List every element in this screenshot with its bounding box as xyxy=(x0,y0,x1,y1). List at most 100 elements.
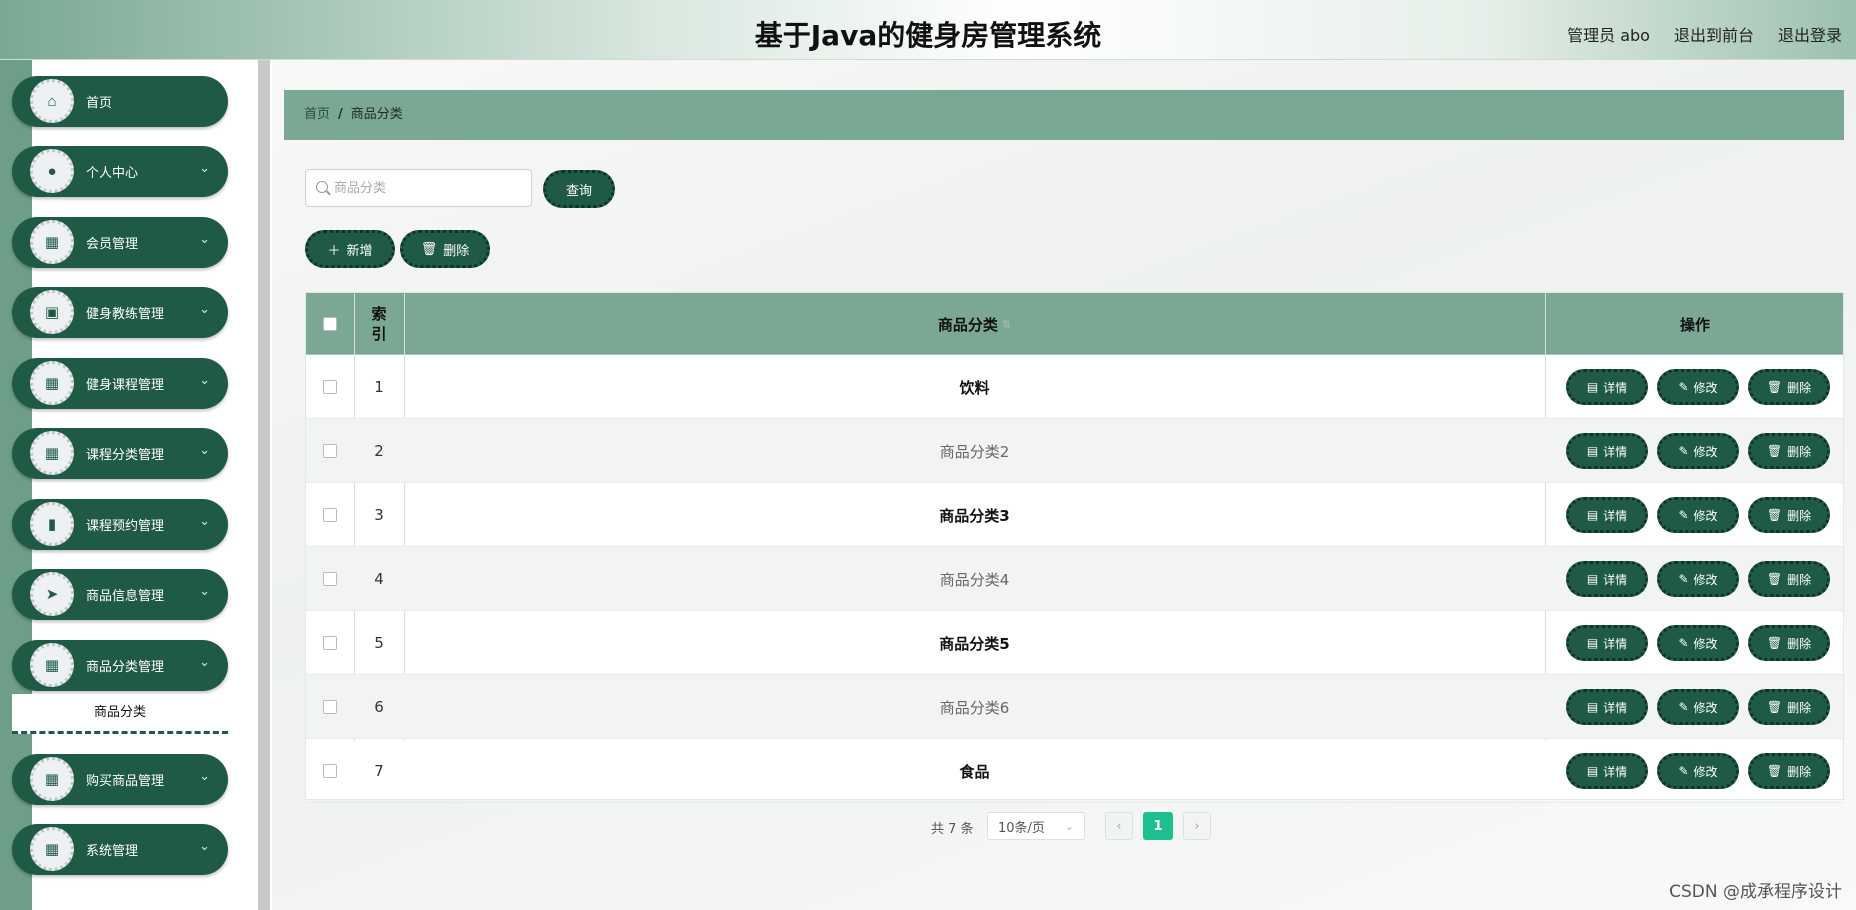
sidebar-item-label: 课程预约管理 xyxy=(86,519,165,534)
detail-button[interactable]: ▤ 详情 xyxy=(1566,369,1648,405)
edit-button[interactable]: ✎ 修改 xyxy=(1657,625,1739,661)
sidebar-item-system[interactable]: ▦ 系统管理 ⌄ xyxy=(12,824,228,875)
add-button[interactable]: ＋ 新增 xyxy=(305,230,395,268)
document-icon: ▤ xyxy=(1586,380,1599,394)
admin-user-link[interactable]: 管理员 abo xyxy=(1567,22,1650,46)
prev-page-button[interactable]: ‹ xyxy=(1105,812,1133,840)
row-checkbox[interactable] xyxy=(323,572,337,586)
edit-button-label: 修改 xyxy=(1693,572,1718,587)
header-category-name-label: 商品分类 xyxy=(937,315,998,334)
sidebar-item-product-info[interactable]: ➤ 商品信息管理 ⌄ xyxy=(12,569,228,620)
sidebar-item-label: 系统管理 xyxy=(86,844,139,859)
detail-button[interactable]: ▤ 详情 xyxy=(1566,561,1648,597)
breadcrumb-home[interactable]: 首页 xyxy=(304,107,330,122)
grid-icon: ▦ xyxy=(30,220,74,264)
home-icon: ⌂ xyxy=(30,79,74,123)
edit-button[interactable]: ✎ 修改 xyxy=(1657,561,1739,597)
grid-icon: ▦ xyxy=(30,431,74,475)
row-checkbox[interactable] xyxy=(323,636,337,650)
watermark: CSDN @成承程序设计 xyxy=(1669,882,1842,902)
breadcrumb: 首页 / 商品分类 xyxy=(284,90,1844,140)
sidebar-item-personal-center[interactable]: ● 个人中心 ⌄ xyxy=(12,146,228,197)
trash-icon: 🗑 xyxy=(1766,508,1783,522)
edit-button[interactable]: ✎ 修改 xyxy=(1657,497,1739,533)
sidebar-item-coaches[interactable]: ▣ 健身教练管理 ⌄ xyxy=(12,287,228,338)
search-input[interactable] xyxy=(334,170,524,206)
delete-button[interactable]: 🗑 删除 xyxy=(1748,497,1830,533)
chevron-down-icon: ⌄ xyxy=(199,768,210,783)
edit-button[interactable]: ✎ 修改 xyxy=(1657,753,1739,789)
detail-button-label: 详情 xyxy=(1603,444,1628,459)
detail-button[interactable]: ▤ 详情 xyxy=(1566,433,1648,469)
pencil-icon: ✎ xyxy=(1678,380,1689,394)
edit-button[interactable]: ✎ 修改 xyxy=(1657,689,1739,725)
sidebar-item-label: 健身教练管理 xyxy=(86,307,165,322)
header-actions: 操作 xyxy=(1679,315,1710,334)
sidebar-item-product-categories[interactable]: ▦ 商品分类管理 ⌄ xyxy=(12,640,228,691)
sidebar-scrollbar[interactable] xyxy=(258,60,270,910)
document-icon: ▤ xyxy=(1586,444,1599,458)
table-row: 4 商品分类4 ▤ 详情 ✎ 修改 🗑 删除 xyxy=(306,547,1843,611)
detail-button[interactable]: ▤ 详情 xyxy=(1566,497,1648,533)
delete-button[interactable]: 🗑 删除 xyxy=(1748,625,1830,661)
exit-to-front-link[interactable]: 退出到前台 xyxy=(1674,22,1754,46)
row-category-name: 商品分类2 xyxy=(939,442,1010,461)
delete-button[interactable]: 🗑 删除 xyxy=(1748,433,1830,469)
delete-button[interactable]: 🗑 删除 xyxy=(1748,561,1830,597)
row-select-cell xyxy=(306,483,354,547)
sidebar-item-course-categories[interactable]: ▦ 课程分类管理 ⌄ xyxy=(12,428,228,479)
bulk-delete-button-label: 删除 xyxy=(443,243,470,259)
sidebar-item-home[interactable]: ⌂ 首页 xyxy=(12,76,228,127)
row-select-cell xyxy=(306,675,354,739)
detail-button[interactable]: ▤ 详情 xyxy=(1566,689,1648,725)
breadcrumb-current: 商品分类 xyxy=(350,107,403,122)
chevron-down-icon: ⌄ xyxy=(199,654,210,669)
sidebar-item-members[interactable]: ▦ 会员管理 ⌄ xyxy=(12,217,228,268)
query-button[interactable]: 查询 xyxy=(543,170,615,208)
select-all-checkbox[interactable] xyxy=(323,317,337,331)
delete-button-label: 删除 xyxy=(1787,572,1812,587)
chevron-down-icon: ⌄ xyxy=(199,838,210,853)
row-checkbox[interactable] xyxy=(323,508,337,522)
chevron-down-icon: ⌄ xyxy=(199,160,210,175)
header-category-name[interactable]: 商品分类 ⇅ xyxy=(404,293,1545,355)
edit-button-label: 修改 xyxy=(1693,444,1718,459)
row-checkbox[interactable] xyxy=(323,444,337,458)
submenu-item-product-category[interactable]: 商品分类 xyxy=(12,694,228,734)
bulk-delete-button[interactable]: 🗑 删除 xyxy=(400,230,490,268)
row-category-name: 饮料 xyxy=(959,378,990,397)
sidebar-item-courses[interactable]: ▦ 健身课程管理 ⌄ xyxy=(12,358,228,409)
logout-link[interactable]: 退出登录 xyxy=(1778,22,1842,46)
row-checkbox[interactable] xyxy=(323,380,337,394)
detail-button[interactable]: ▤ 详情 xyxy=(1566,753,1648,789)
row-index: 1 xyxy=(374,378,384,396)
pencil-icon: ✎ xyxy=(1678,508,1689,522)
sidebar-item-purchases[interactable]: ▦ 购买商品管理 ⌄ xyxy=(12,754,228,805)
top-header: 基于Java的健身房管理系统 管理员 abo 退出到前台 退出登录 xyxy=(0,0,1856,60)
sidebar-item-label: 商品分类管理 xyxy=(86,660,165,675)
search-field[interactable] xyxy=(305,169,532,207)
edit-button-label: 修改 xyxy=(1693,380,1718,395)
chevron-down-icon: ⌄ xyxy=(199,231,210,246)
detail-button[interactable]: ▤ 详情 xyxy=(1566,625,1648,661)
delete-button[interactable]: 🗑 删除 xyxy=(1748,369,1830,405)
chevron-down-icon: ⌄ xyxy=(199,301,210,316)
page-button-current[interactable]: 1 xyxy=(1143,812,1173,840)
chevron-down-icon: ⌄ xyxy=(199,583,210,598)
edit-button[interactable]: ✎ 修改 xyxy=(1657,433,1739,469)
table-row: 6 商品分类6 ▤ 详情 ✎ 修改 🗑 删除 xyxy=(306,675,1843,739)
row-category-name: 商品分类6 xyxy=(939,698,1010,717)
sidebar-item-course-bookings[interactable]: ▮ 课程预约管理 ⌄ xyxy=(12,499,228,550)
edit-button-label: 修改 xyxy=(1693,508,1718,523)
delete-button[interactable]: 🗑 删除 xyxy=(1748,689,1830,725)
row-checkbox[interactable] xyxy=(323,700,337,714)
chevron-down-icon: ⌄ xyxy=(199,442,210,457)
document-icon: ▤ xyxy=(1586,764,1599,778)
delete-button[interactable]: 🗑 删除 xyxy=(1748,753,1830,789)
page-size-select[interactable]: 10条/页 ⌄ xyxy=(987,812,1085,840)
row-checkbox[interactable] xyxy=(323,764,337,778)
edit-button[interactable]: ✎ 修改 xyxy=(1657,369,1739,405)
grid-icon: ▦ xyxy=(30,643,74,687)
delete-button-label: 删除 xyxy=(1787,700,1812,715)
next-page-button[interactable]: › xyxy=(1183,812,1211,840)
